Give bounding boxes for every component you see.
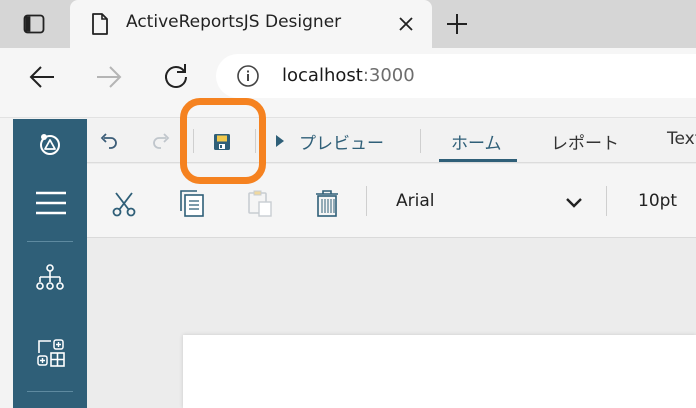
clipboard-icon[interactable] xyxy=(247,189,273,217)
preview-button[interactable]: プレビュー xyxy=(275,129,384,154)
copy-icon[interactable] xyxy=(179,189,205,217)
home-toolbar: Arial 10pt xyxy=(87,164,696,238)
redo-icon[interactable] xyxy=(151,133,171,149)
browser-tab-active[interactable]: ActiveReportsJS Designer xyxy=(70,0,432,49)
trash-icon[interactable] xyxy=(315,189,339,217)
sidebar-divider xyxy=(27,391,73,392)
toolbar-separator xyxy=(366,186,367,216)
close-icon[interactable] xyxy=(396,14,416,34)
sidebar-divider xyxy=(27,241,73,242)
designer-main: プレビュー ホーム レポート Text Arial xyxy=(87,119,696,408)
play-icon xyxy=(276,135,284,147)
font-family-select[interactable]: Arial xyxy=(383,182,591,222)
url-text: localhost:3000 xyxy=(282,65,415,86)
tab-home[interactable]: ホーム xyxy=(451,129,502,154)
document-icon xyxy=(90,12,110,36)
refresh-icon[interactable] xyxy=(162,62,190,90)
tab-report[interactable]: レポート xyxy=(551,129,619,154)
tab-title: ActiveReportsJS Designer xyxy=(126,12,342,32)
report-page[interactable] xyxy=(183,335,696,408)
plus-icon[interactable] xyxy=(444,11,470,37)
browser-tab-strip: ActiveReportsJS Designer xyxy=(0,0,696,49)
url-port: :3000 xyxy=(362,65,415,86)
screen: ActiveReportsJS Designer localhost:3000 xyxy=(0,0,696,408)
tab-actions-icon[interactable] xyxy=(22,12,46,36)
toolbox-icon[interactable] xyxy=(37,339,65,367)
preview-label: プレビュー xyxy=(299,133,384,154)
toolbar-separator xyxy=(606,186,607,216)
hamburger-icon[interactable] xyxy=(35,190,67,216)
hierarchy-icon[interactable] xyxy=(35,263,65,293)
tab-text[interactable]: Text xyxy=(667,129,696,149)
save-highlight-annotation xyxy=(180,98,266,184)
scissors-icon[interactable] xyxy=(111,191,137,217)
url-field[interactable]: localhost:3000 xyxy=(216,54,696,98)
font-family-value: Arial xyxy=(396,191,435,211)
designer-sidebar xyxy=(13,119,87,408)
active-tab-indicator xyxy=(439,159,517,162)
info-icon[interactable] xyxy=(236,64,260,88)
url-host: localhost xyxy=(282,65,363,86)
chevron-down-icon xyxy=(565,195,583,209)
font-size-value[interactable]: 10pt xyxy=(638,191,677,211)
designer-tab-bar: プレビュー ホーム レポート Text xyxy=(87,119,696,163)
arrow-left-icon[interactable] xyxy=(28,64,56,90)
design-surface xyxy=(87,239,696,408)
browser-content-gap xyxy=(0,104,696,118)
address-bar: localhost:3000 xyxy=(0,48,696,104)
app-logo-icon[interactable] xyxy=(37,131,63,157)
undo-icon[interactable] xyxy=(99,133,119,149)
toolbar-separator xyxy=(420,129,421,153)
arrow-right-icon[interactable] xyxy=(95,64,123,90)
